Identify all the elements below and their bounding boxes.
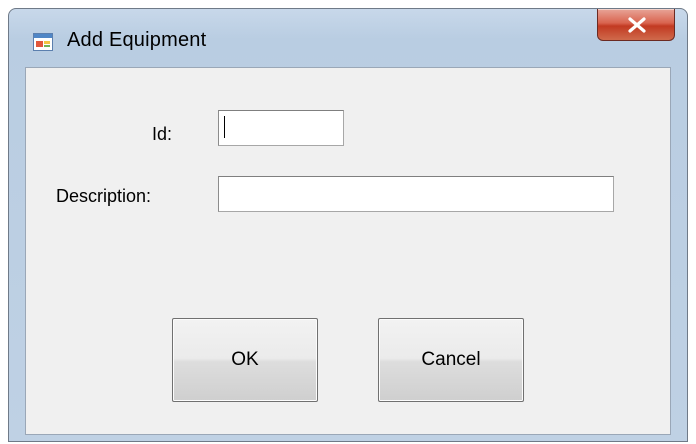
id-field-wrapper <box>218 110 344 146</box>
cancel-button[interactable]: Cancel <box>378 318 524 402</box>
close-button[interactable] <box>597 9 675 41</box>
title-bar[interactable]: Add Equipment <box>9 9 687 67</box>
ok-button[interactable]: OK <box>172 318 318 402</box>
dialog-window: Add Equipment Id: Description: OK Cancel <box>8 8 688 442</box>
id-label: Id: <box>152 124 173 144</box>
dialog-body: Id: Description: OK Cancel <box>25 67 671 435</box>
windows-form-icon <box>33 33 53 51</box>
window-title: Add Equipment <box>67 29 207 51</box>
text-caret <box>224 116 225 138</box>
close-x-icon <box>628 17 646 33</box>
description-input[interactable] <box>218 176 614 212</box>
id-input[interactable] <box>218 110 344 146</box>
description-label: Description: <box>56 186 152 206</box>
